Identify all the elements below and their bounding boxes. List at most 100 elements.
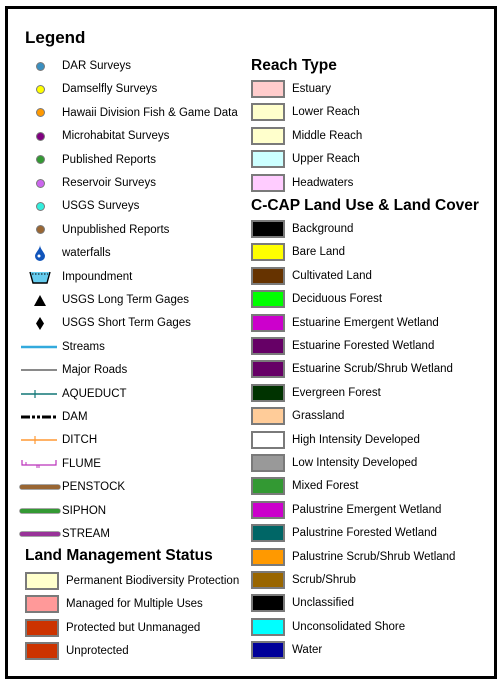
legend-item-label: Mixed Forest <box>292 480 359 493</box>
legend-item-label: Reservoir Surveys <box>62 177 156 189</box>
legend-item-evergreen-forest: Evergreen Forest <box>251 383 381 403</box>
legend-item-stream: STREAM <box>19 524 110 544</box>
symbol-slot <box>19 477 61 497</box>
flume-line-icon <box>19 456 61 472</box>
legend-item-label: Deciduous Forest <box>292 293 383 306</box>
estuarine-scrub-shrub-wetland-swatch <box>251 360 285 379</box>
symbol-slot <box>20 173 60 193</box>
legend-item-grassland: Grassland <box>251 406 344 426</box>
legend-item-label: Estuarine Emergent Wetland <box>292 316 439 329</box>
legend-item-microhabitat-surveys: Microhabitat Surveys <box>20 126 169 146</box>
legend-item-estuarine-scrub-shrub-wetland: Estuarine Scrub/Shrub Wetland <box>251 359 453 379</box>
legend-item-label: Damselfly Surveys <box>62 83 158 96</box>
headwaters-swatch <box>251 173 285 192</box>
siphon-line-icon <box>19 503 61 519</box>
cultivated-land-swatch <box>251 266 285 285</box>
legend-item-label: Estuarine Forested Wetland <box>292 340 435 352</box>
palustrine-forested-wetland-swatch <box>251 524 285 543</box>
legend-item-ditch: DITCH <box>20 430 97 450</box>
legend-item-label: Palustrine Emergent Wetland <box>292 503 442 516</box>
evergreen-forest-swatch <box>251 383 285 402</box>
legend-item-label: Headwaters <box>292 176 354 189</box>
dam-line-icon <box>19 409 61 425</box>
unconsolidated-shore-swatch <box>251 617 285 636</box>
symbol-slot <box>20 196 60 216</box>
symbol-slot <box>20 220 60 240</box>
legend-item-cultivated-land: Cultivated Land <box>251 266 372 286</box>
legend-item-background: Background <box>251 219 353 239</box>
legend-item-major-roads: Major Roads <box>20 360 127 380</box>
legend-title: Legend <box>25 28 86 47</box>
legend-item-usgs-long-term-gages: USGS Long Term Gages <box>20 290 189 310</box>
major-roads-line-icon <box>19 362 61 378</box>
legend-item-managed-for-multiple-uses: Managed for Multiple Uses <box>25 594 203 614</box>
legend-item-label: Palustrine Forested Wetland <box>292 527 437 540</box>
symbol-slot <box>20 337 60 357</box>
legend-item-estuary: Estuary <box>251 79 331 99</box>
permanent-biodiversity-protection-swatch <box>25 572 59 590</box>
legend-item-label: High Intensity Developed <box>292 433 420 446</box>
legend-item-label: waterfalls <box>62 247 111 260</box>
impoundment-basin-icon <box>27 269 53 285</box>
symbol-slot <box>19 501 61 521</box>
legend-item-label: Estuarine Scrub/Shrub Wetland <box>292 363 453 376</box>
legend-item-label: Microhabitat Surveys <box>62 130 170 143</box>
legend-item-label: Protected but Unmanaged <box>66 621 201 634</box>
legend-item-bare-land: Bare Land <box>251 242 345 262</box>
unprotected-swatch <box>25 642 59 661</box>
symbol-slot <box>20 103 60 123</box>
legend-item-penstock: PENSTOCK <box>19 477 125 497</box>
symbol-slot <box>19 524 61 544</box>
legend-item-label: Background <box>292 223 354 235</box>
legend-item-label: Low Intensity Developed <box>292 457 418 469</box>
estuarine-emergent-wetland-swatch <box>251 313 285 332</box>
legend-item-label: Hawaii Division Fish & Game Data <box>62 106 238 119</box>
legend-item-label: Estuary <box>292 83 331 95</box>
legend-item-label: Palustrine Scrub/Shrub Wetland <box>292 550 456 563</box>
reservoir-surveys-circle-icon <box>35 178 45 188</box>
mixed-forest-swatch <box>251 477 285 496</box>
legend-item-impoundment: Impoundment <box>20 267 132 287</box>
legend-item-unconsolidated-shore: Unconsolidated Shore <box>251 617 405 637</box>
legend-item-aqueduct: AQUEDUCT <box>20 384 127 404</box>
symbol-slot <box>20 360 60 380</box>
legend-item-reservoir-surveys: Reservoir Surveys <box>20 173 156 193</box>
legend-item-streams: Streams <box>20 337 105 357</box>
legend-item-unpublished-reports: Unpublished Reports <box>20 220 169 240</box>
legend-item-hawaii-division-fish-game-data: Hawaii Division Fish & Game Data <box>20 103 238 123</box>
reach-type-title: Reach Type <box>251 57 337 74</box>
legend-item-label: Major Roads <box>62 364 128 377</box>
legend-item-label: Middle Reach <box>292 129 363 142</box>
deciduous-forest-swatch <box>251 290 285 309</box>
estuary-swatch <box>251 80 285 98</box>
palustrine-emergent-wetland-swatch <box>251 500 285 519</box>
legend-item-headwaters: Headwaters <box>251 173 353 193</box>
symbol-slot <box>20 407 60 427</box>
legend-item-upper-reach: Upper Reach <box>251 149 360 169</box>
legend-item-published-reports: Published Reports <box>20 150 156 170</box>
unclassified-swatch <box>251 594 285 613</box>
unpublished-reports-circle-icon <box>35 225 45 235</box>
legend-item-unclassified: Unclassified <box>251 593 354 613</box>
triangle-gage-icon <box>34 294 46 306</box>
lower-reach-swatch <box>251 103 285 122</box>
legend-item-label: Scrub/Shrub <box>292 574 356 586</box>
bare-land-swatch <box>251 243 285 262</box>
legend-item-permanent-biodiversity-protection: Permanent Biodiversity Protection <box>25 571 239 591</box>
legend-item-palustrine-scrub-shrub-wetland: Palustrine Scrub/Shrub Wetland <box>251 547 455 567</box>
symbol-slot <box>20 313 60 333</box>
scrub-shrub-swatch <box>251 571 285 589</box>
legend-item-label: DAM <box>62 411 88 423</box>
legend-item-high-intensity-developed: High Intensity Developed <box>251 430 420 450</box>
legend-item-label: Streams <box>62 340 105 353</box>
legend-item-label: AQUEDUCT <box>62 387 127 400</box>
symbol-slot <box>20 384 60 404</box>
grassland-swatch <box>251 407 285 426</box>
legend-item-label: Lower Reach <box>292 106 360 119</box>
symbol-slot <box>20 79 60 99</box>
legend-item-label: DAR Surveys <box>62 60 132 72</box>
legend-item-label: Upper Reach <box>292 153 360 166</box>
legend-item-label: Permanent Biodiversity Protection <box>66 575 240 587</box>
legend-item-damselfly-surveys: Damselfly Surveys <box>20 79 157 99</box>
legend-item-label: Unprotected <box>66 645 129 658</box>
